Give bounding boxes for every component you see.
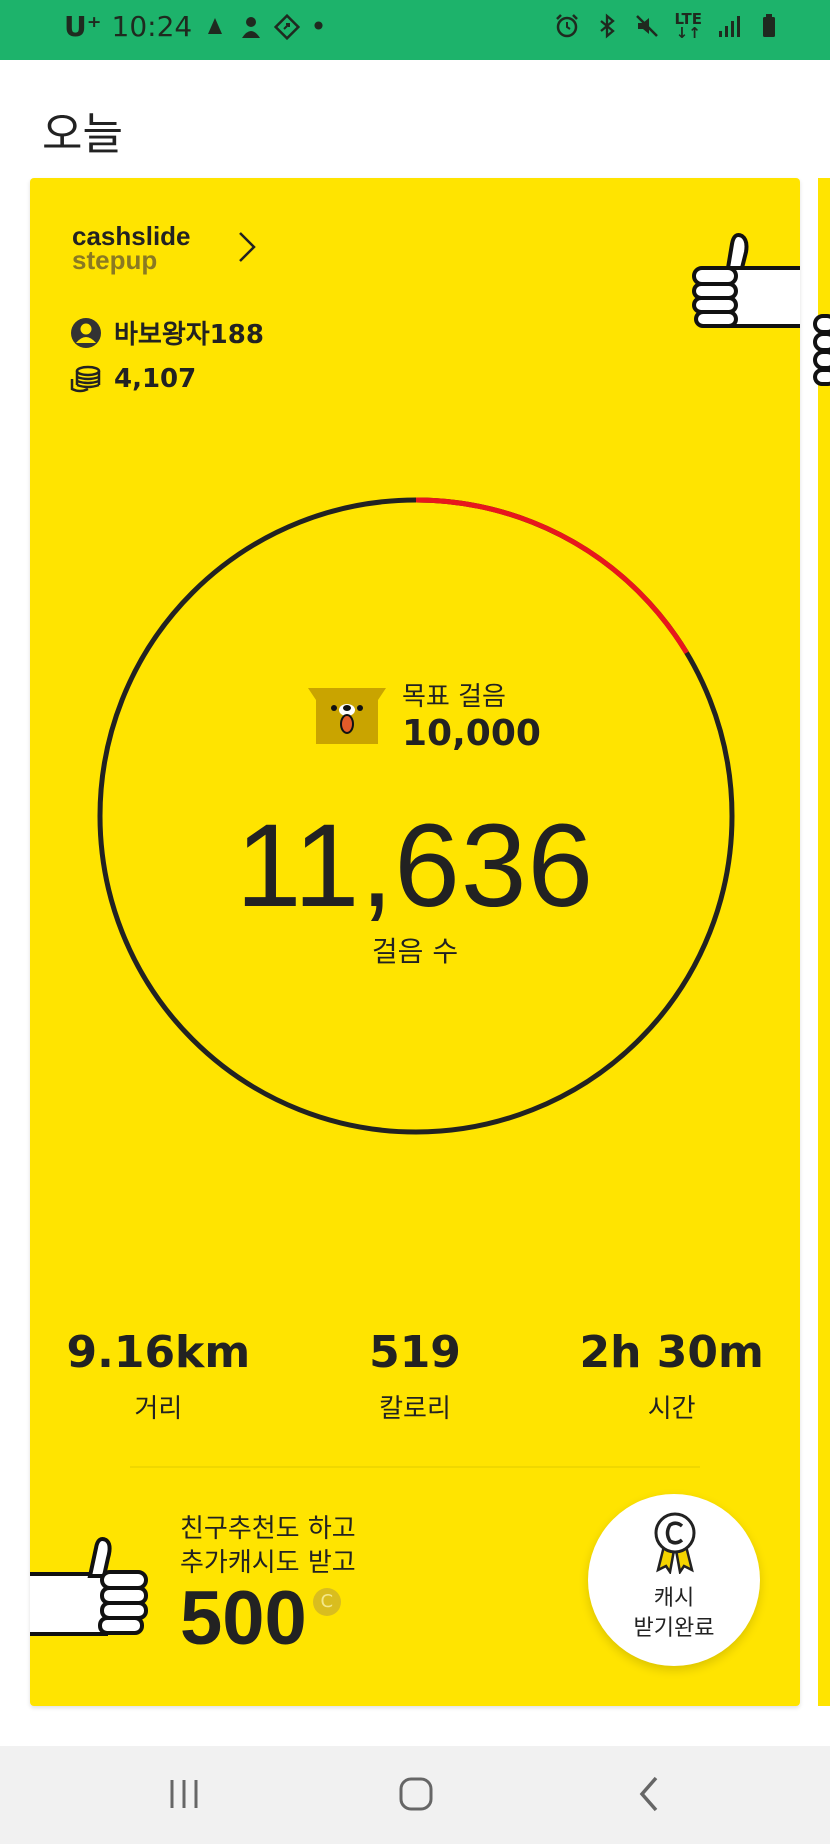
mute-icon (636, 15, 659, 37)
logo-line-stepup: stepup (72, 245, 158, 275)
step-count: 11,636 (235, 800, 595, 932)
carrier-label: U⁺ (64, 10, 102, 43)
battery-icon (763, 14, 775, 37)
stat-value: 9.16km (66, 1327, 251, 1378)
profile-icon (71, 317, 101, 348)
today-steps-card[interactable]: cashslide stepup 바보왕자188 4,107 목표 걸음 10,… (30, 178, 800, 1706)
back-icon[interactable] (630, 1774, 670, 1814)
promo-amount-row: 500 C (180, 1576, 356, 1661)
promo-amount: 500 (180, 1576, 307, 1661)
cash-claim-button[interactable]: 캐시 받기완료 (588, 1494, 760, 1666)
divider (130, 1466, 700, 1468)
coin-balance-row: 4,107 (70, 364, 196, 394)
page-title: 오늘 (42, 109, 123, 160)
cashslide-stepup-logo[interactable]: cashslide stepup (72, 223, 191, 275)
system-nav-bar (0, 1746, 830, 1844)
cash-button-line1: 캐시 (653, 1586, 695, 1611)
notification-app-icon (208, 17, 223, 34)
stat-distance: 9.16km 거리 (30, 1328, 287, 1425)
stat-time: 2h 30m 시간 (543, 1328, 800, 1425)
ring-progress-arc (415, 497, 689, 655)
person-notification-icon (242, 16, 261, 38)
stats-row: 9.16km 거리 519 칼로리 2h 30m 시간 (30, 1328, 800, 1425)
goal-block: 목표 걸음 10,000 (308, 676, 541, 754)
lte-arrows: ↓↑ (675, 24, 701, 42)
thumbs-up-icon (692, 233, 800, 328)
stat-value: 2h 30m (579, 1327, 764, 1378)
coin-balance: 4,107 (114, 364, 197, 394)
stat-label: 칼로리 (379, 1394, 451, 1424)
stat-label: 시간 (647, 1394, 696, 1424)
directions-icon (274, 13, 301, 40)
more-notifications-dot: • (310, 10, 327, 43)
next-card-peek[interactable] (818, 178, 830, 1706)
clock: 10:24 (111, 10, 193, 43)
goal-label: 목표 걸음 (402, 682, 506, 712)
thumbs-up-icon (30, 1537, 148, 1636)
signal-icon (719, 16, 740, 37)
medal-icon (654, 1512, 696, 1574)
cash-button-label: 캐시 받기완료 (588, 1584, 760, 1644)
step-count-label: 걸음 수 (371, 935, 459, 968)
lte-indicator: LTE ↓↑ (674, 12, 702, 42)
alarm-icon (556, 14, 579, 38)
username: 바보왕자188 (114, 320, 264, 350)
cash-button-line2: 받기완료 (633, 1616, 715, 1641)
chevron-right-icon[interactable] (236, 230, 258, 264)
referral-promo[interactable]: 친구추천도 하고 추가캐시도 받고 500 C (180, 1512, 356, 1661)
dog-mascot-icon (308, 688, 386, 744)
stat-value: 519 (369, 1327, 461, 1378)
cash-coin-icon: C (312, 1588, 341, 1616)
next-card-thumb-icon (813, 314, 830, 386)
promo-line1: 친구추천도 하고 (180, 1514, 356, 1544)
status-bar: U⁺ 10:24 • LTE ↓↑ (0, 0, 830, 60)
promo-line2: 추가캐시도 받고 (180, 1548, 356, 1578)
stat-calories: 519 칼로리 (287, 1328, 544, 1425)
user-row: 바보왕자188 (70, 314, 264, 351)
bluetooth-icon (600, 13, 616, 39)
home-icon[interactable] (396, 1774, 436, 1814)
recent-apps-icon[interactable] (164, 1774, 204, 1814)
stat-label: 거리 (134, 1394, 183, 1424)
goal-value: 10,000 (402, 713, 541, 754)
coins-stack-icon (70, 365, 101, 393)
